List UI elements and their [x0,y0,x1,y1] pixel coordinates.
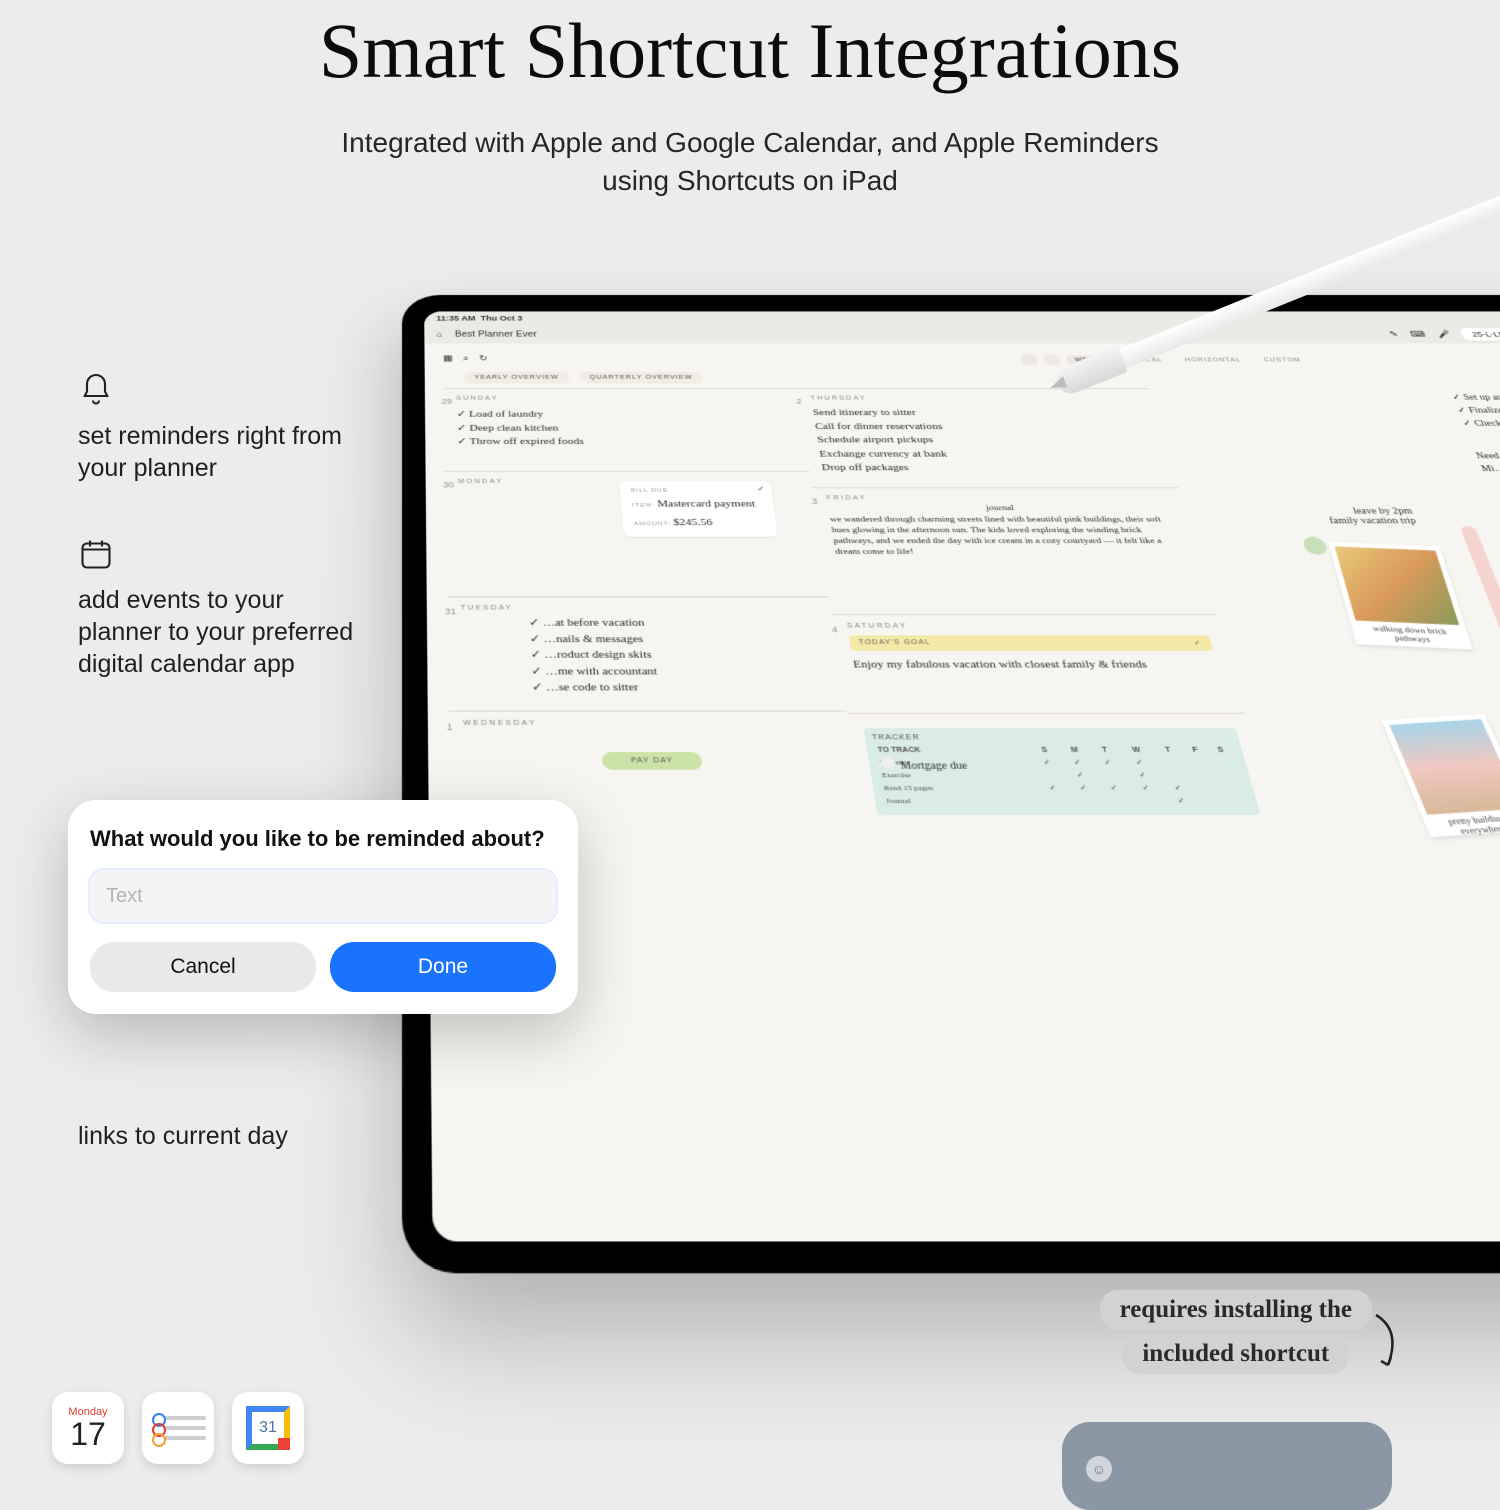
tab-vertical[interactable]: VERTICAL [1110,355,1173,365]
smiley-icon: ☺ [1086,1456,1112,1482]
feature-links-text: links to current day [78,1120,368,1152]
payday-pill: PAY DAY [602,751,703,769]
tab-horizontal[interactable]: HORIZONTAL [1175,355,1251,365]
subheadline: Integrated with Apple and Google Calenda… [0,124,1500,200]
day-friday[interactable]: 3 FRIDAY journal we wandered through cha… [812,487,1216,614]
tab-week[interactable]: WE… [1065,355,1106,365]
mortgage-note: Mortgage due [880,756,968,772]
apple-calendar-icon: Monday 17 [52,1392,124,1464]
tab-custom[interactable]: CUSTOM [1254,355,1311,365]
check-icon[interactable]: ✓ [757,485,765,493]
check-icon[interactable]: ✓ [1193,639,1203,647]
app-title: Best Planner Ever [455,330,537,338]
sync-icon[interactable]: ↻ [479,354,488,363]
requires-note: requires installing the included shortcu… [1100,1288,1372,1376]
app-toolbar: ⌂ Best Planner Ever ✎ ⌨ 🎤 25-L-LM-Sun… ✧… [424,325,1500,343]
next-week[interactable] [1043,354,1062,365]
feature-reminders-text: set reminders right from your planner [78,420,368,484]
keyboard-icon[interactable]: ⌨ [1409,330,1427,338]
day-tuesday[interactable]: 31 TUESDAY …at before vacation …nails & … [447,596,847,710]
subhead-line2: using Shortcuts on iPad [0,162,1500,200]
grid-view-icon[interactable]: ▦ [443,354,453,363]
mic-icon[interactable]: 🎤 [1436,330,1452,338]
feature-events-text: add events to your planner to your prefe… [78,584,368,680]
pencil-tool-icon[interactable]: ✎ [1388,330,1400,338]
trip-note: leave by 2pm family vacation trip [1325,507,1418,526]
cancel-button[interactable]: Cancel [90,942,316,992]
headline: Smart Shortcut Integrations [0,0,1500,124]
calendar-icon [78,536,114,572]
bell-icon [78,372,114,408]
arrow-icon [1366,1310,1406,1380]
modal-title: What would you like to be reminded about… [90,826,556,852]
quarterly-overview[interactable]: QUARTERLY OVERVIEW [579,372,704,384]
status-bar: 11:35 AM Thu Oct 3 ••• [424,311,1500,325]
reminder-prompt-modal: What would you like to be reminded about… [68,800,578,1014]
day-sunday[interactable]: 29 SUNDAY Load of laundry Deep clean kit… [444,388,810,471]
feature-events: add events to your planner to your prefe… [78,536,368,680]
overview-bar: YEARLY OVERVIEW QUARTERLY OVERVIEW [464,372,1500,384]
day-saturday[interactable]: 4 SATURDAY TODAY'S GOAL✓ Enjoy my fabulo… [832,614,1245,712]
prev-week[interactable] [1020,354,1039,365]
feature-links: links to current day [78,1120,368,1152]
search-icon[interactable]: ⌕ [463,354,469,363]
integration-app-icons: Monday 17 31 [52,1392,304,1464]
view-tabs: WE… VERTICAL HORIZONTAL CUSTOM [1020,354,1311,365]
done-button[interactable]: Done [330,942,556,992]
home-icon[interactable]: ⌂ [436,330,442,338]
photo-image [1335,546,1460,625]
feature-reminders: set reminders right from your planner [78,372,368,484]
reminder-input[interactable] [90,870,556,922]
google-calendar-icon: 31 [232,1392,304,1464]
day-monday[interactable]: 30 MONDAY ✓ BILL DUE ITEM: Mastercard pa… [445,471,829,596]
document-selector[interactable]: 25-L-LM-Sun… [1459,328,1500,340]
week-grid: 29 SUNDAY Load of laundry Deep clean kit… [444,388,1500,830]
yearly-overview[interactable]: YEARLY OVERVIEW [464,372,570,384]
apple-reminders-icon [142,1392,214,1464]
day-thursday[interactable]: 2 THURSDAY Send itinerary to sitter Call… [797,388,1179,487]
shortcut-widget[interactable]: ☺ [1062,1422,1392,1510]
ipad-screen: 11:35 AM Thu Oct 3 ••• ⌂ Best Planner Ev… [424,311,1500,1241]
ipad-device: 11:35 AM Thu Oct 3 ••• ⌂ Best Planner Ev… [402,295,1500,1273]
bill-card[interactable]: ✓ BILL DUE ITEM: Mastercard payment AMOU… [619,481,777,536]
subhead-line1: Integrated with Apple and Google Calenda… [0,124,1500,162]
todays-goal: TODAY'S GOAL✓ [849,635,1213,651]
